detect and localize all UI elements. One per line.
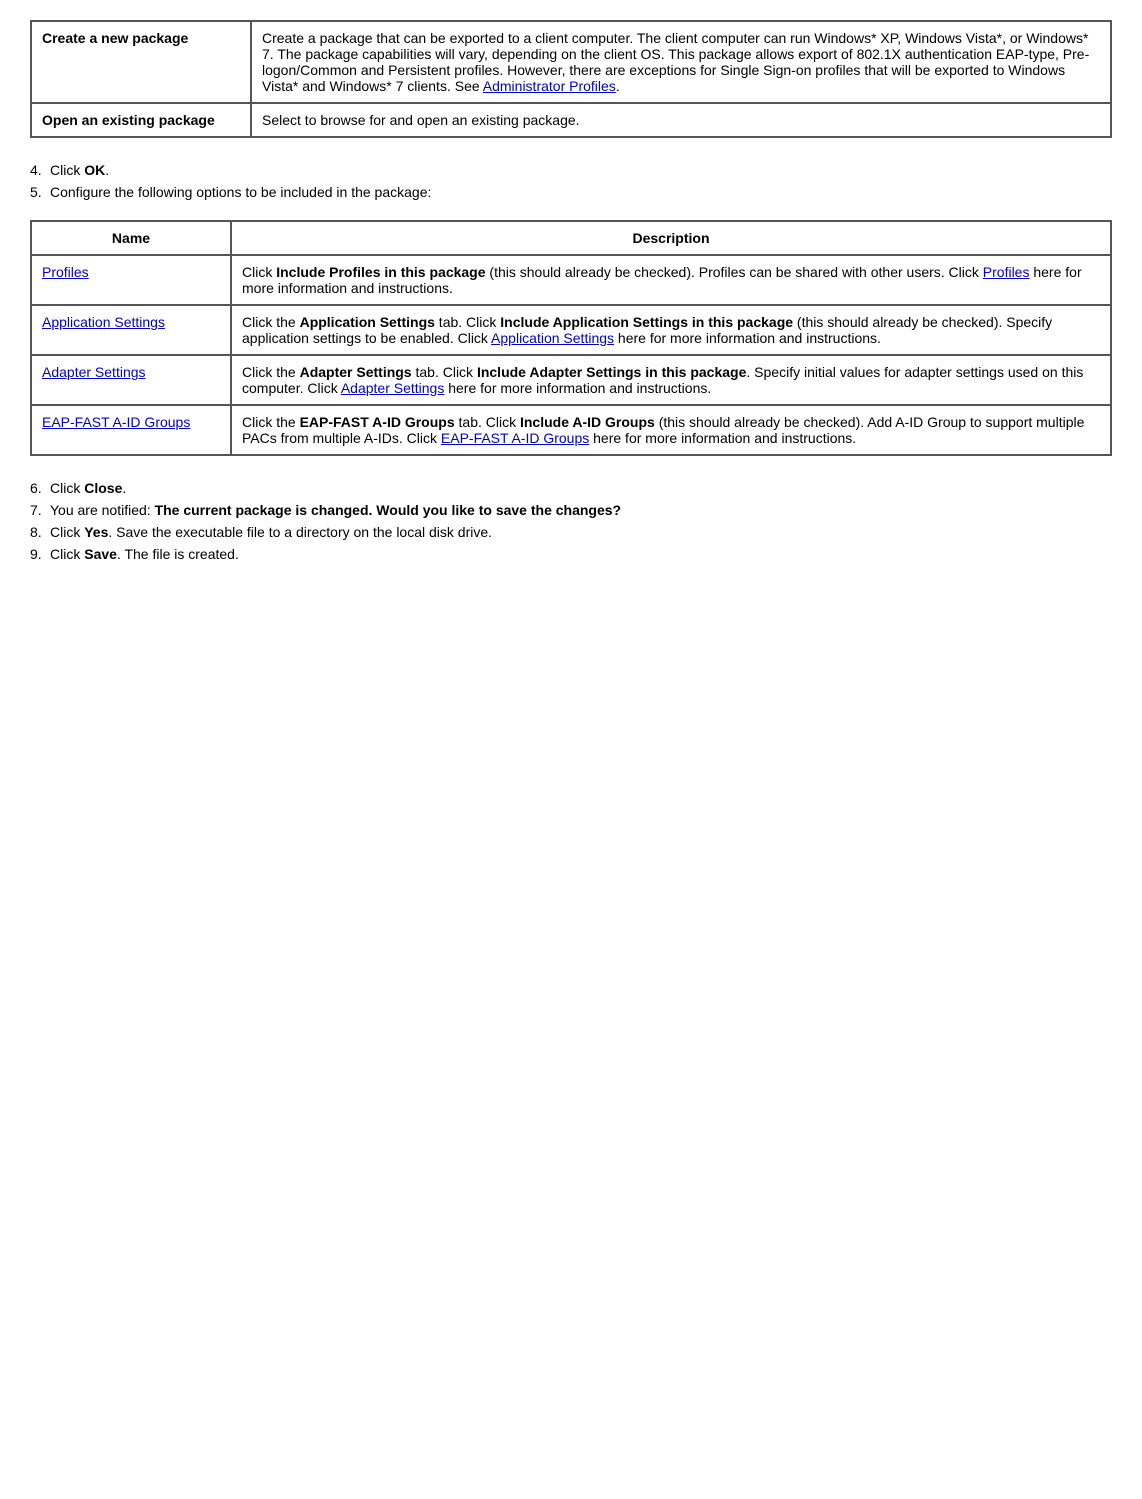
bottom-step-item: 7.You are notified: The current package … <box>30 502 1112 518</box>
config-option-name[interactable]: Application Settings <box>31 305 231 355</box>
config-option-description: Click Include Profiles in this package (… <box>231 255 1111 305</box>
step-number: 7. <box>30 502 42 518</box>
package-option-description: Create a package that can be exported to… <box>251 21 1111 103</box>
step-bold-text: Yes <box>84 524 108 540</box>
config-option-name[interactable]: EAP-FAST A-ID Groups <box>31 405 231 455</box>
config-desc-bold: Include A-ID Groups <box>520 414 655 430</box>
step-item: 5.Configure the following options to be … <box>30 184 1112 200</box>
step-number: 6. <box>30 480 42 496</box>
config-option-link[interactable]: Adapter Settings <box>42 364 146 380</box>
package-option-name: Open an existing package <box>31 103 251 137</box>
bottom-step-item: 6.Click Close. <box>30 480 1112 496</box>
step-number: 9. <box>30 546 42 562</box>
config-option-link[interactable]: Profiles <box>42 264 89 280</box>
config-desc-bold: Adapter Settings <box>300 364 412 380</box>
package-option-description: Select to browse for and open an existin… <box>251 103 1111 137</box>
config-option-link[interactable]: EAP-FAST A-ID Groups <box>42 414 190 430</box>
config-desc-link[interactable]: Application Settings <box>491 330 614 346</box>
col-header-description: Description <box>231 221 1111 255</box>
step-bold-text: Save <box>84 546 117 562</box>
bottom-step-item: 9.Click Save. The file is created. <box>30 546 1112 562</box>
config-desc-link[interactable]: Profiles <box>983 264 1030 280</box>
step-bold-text: OK <box>84 162 105 178</box>
step-number: 4. <box>30 162 42 178</box>
config-option-name[interactable]: Profiles <box>31 255 231 305</box>
package-option-name: Create a new package <box>31 21 251 103</box>
config-desc-bold: EAP-FAST A-ID Groups <box>300 414 455 430</box>
config-desc-link[interactable]: Adapter Settings <box>341 380 445 396</box>
step-item: 4.Click OK. <box>30 162 1112 178</box>
administrator-profiles-link[interactable]: Administrator Profiles <box>483 78 616 94</box>
step-bold-text: Close <box>84 480 122 496</box>
config-desc-bold: Include Application Settings in this pac… <box>500 314 793 330</box>
step-number: 5. <box>30 184 42 200</box>
config-option-description: Click the Application Settings tab. Clic… <box>231 305 1111 355</box>
config-option-description: Click the Adapter Settings tab. Click In… <box>231 355 1111 405</box>
config-desc-bold: Include Profiles in this package <box>276 264 485 280</box>
configure-options-table: Name Description ProfilesClick Include P… <box>30 220 1112 456</box>
step-bold-text: The current package is changed. Would yo… <box>155 502 622 518</box>
config-desc-bold: Application Settings <box>300 314 435 330</box>
config-option-link[interactable]: Application Settings <box>42 314 165 330</box>
bottom-step-item: 8.Click Yes. Save the executable file to… <box>30 524 1112 540</box>
config-option-description: Click the EAP-FAST A-ID Groups tab. Clic… <box>231 405 1111 455</box>
config-desc-bold: Include Adapter Settings in this package <box>477 364 746 380</box>
col-header-name: Name <box>31 221 231 255</box>
config-option-name[interactable]: Adapter Settings <box>31 355 231 405</box>
config-desc-link[interactable]: EAP-FAST A-ID Groups <box>441 430 589 446</box>
top-package-table: Create a new packageCreate a package tha… <box>30 20 1112 138</box>
step-number: 8. <box>30 524 42 540</box>
